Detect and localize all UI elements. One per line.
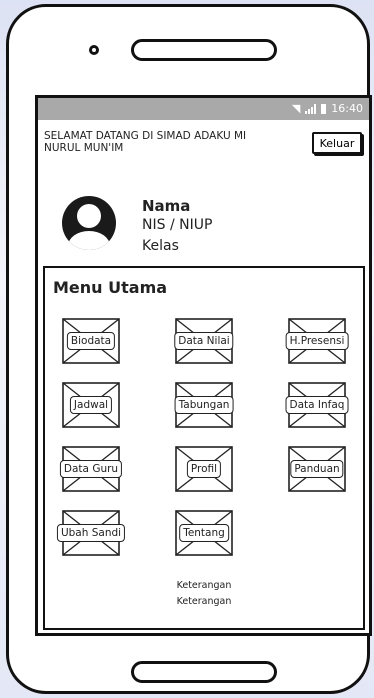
menu-item-panduan[interactable]: Panduan <box>288 446 346 492</box>
home-button[interactable] <box>131 661 277 683</box>
battery-icon <box>321 103 327 114</box>
profile-id-label: NIS / NIUP <box>142 217 213 233</box>
menu-item-label: Data Infaq <box>285 396 349 414</box>
welcome-text: SELAMAT DATANG DI SIMAD ADAKU MI NURUL M… <box>44 130 247 154</box>
main-menu-panel: Menu Utama Biodata Data Nilai H.Presensi… <box>43 266 365 630</box>
logout-button[interactable]: Keluar <box>312 132 362 154</box>
menu-item-data-infaq[interactable]: Data Infaq <box>285 382 349 428</box>
menu-item-label: Panduan <box>290 460 344 478</box>
info-note: Keterangan <box>176 596 232 607</box>
phone-screen: ◥ 16:40 SELAMAT DATANG DI SIMAD ADAKU MI… <box>35 95 372 636</box>
menu-item-label: Ubah Sandi <box>56 524 126 542</box>
menu-item-biodata[interactable]: Biodata <box>62 318 120 364</box>
menu-item-label: Data Nilai <box>174 332 234 350</box>
wifi-icon: ◥ <box>291 102 301 115</box>
menu-item-label: Tentang <box>179 524 229 542</box>
menu-title: Menu Utama <box>53 278 168 297</box>
menu-item-label: H.Presensi <box>285 332 349 350</box>
menu-item-ubah-sandi[interactable]: Ubah Sandi <box>56 510 126 556</box>
profile-class-label: Kelas <box>142 238 179 254</box>
menu-item-data-nilai[interactable]: Data Nilai <box>174 318 234 364</box>
status-bar: ◥ 16:40 <box>38 98 369 120</box>
menu-item-h-presensi[interactable]: H.Presensi <box>285 318 349 364</box>
menu-item-label: Biodata <box>66 332 116 350</box>
menu-item-label: Tabungan <box>174 396 234 414</box>
menu-item-label: Data Guru <box>59 460 123 478</box>
menu-item-jadwal[interactable]: Jadwal <box>62 382 120 428</box>
menu-item-label: Profil <box>186 460 222 478</box>
menu-item-data-guru[interactable]: Data Guru <box>59 446 123 492</box>
speaker-grille <box>131 39 277 61</box>
menu-item-label: Jadwal <box>69 396 113 414</box>
status-time: 16:40 <box>331 102 363 115</box>
menu-item-profil[interactable]: Profil <box>175 446 233 492</box>
menu-item-tentang[interactable]: Tentang <box>175 510 233 556</box>
info-note: Keterangan <box>176 580 232 591</box>
signal-icon <box>305 103 317 114</box>
avatar-icon <box>62 196 116 250</box>
phone-frame: ◥ 16:40 SELAMAT DATANG DI SIMAD ADAKU MI… <box>6 4 372 694</box>
camera-icon <box>89 45 99 55</box>
menu-item-tabungan[interactable]: Tabungan <box>174 382 234 428</box>
profile-name-label: Nama <box>142 197 191 215</box>
